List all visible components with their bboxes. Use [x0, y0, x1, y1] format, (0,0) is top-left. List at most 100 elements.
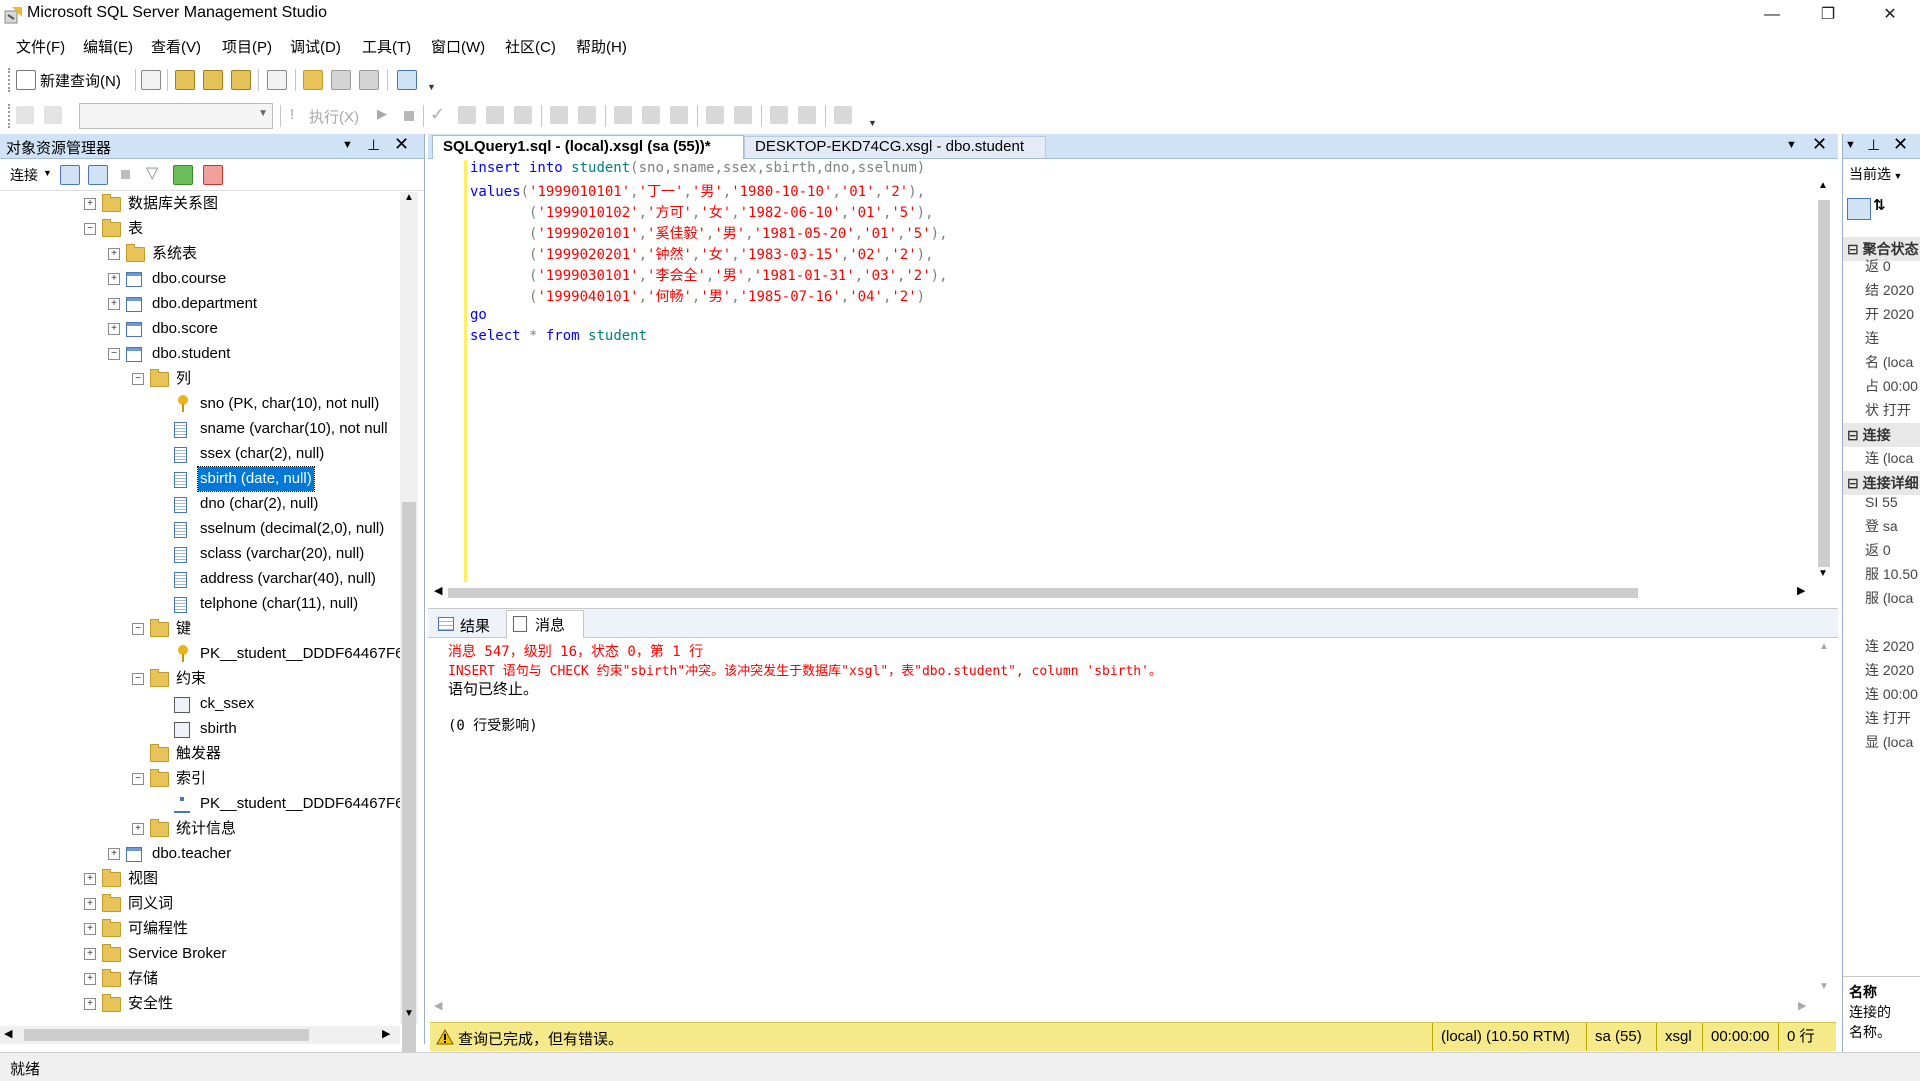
property-row[interactable]: 开 2020 — [1865, 302, 1914, 326]
collapse-icon[interactable]: − — [132, 623, 144, 635]
editor-vertical-scrollbar[interactable]: ▲ ▼ — [1814, 160, 1834, 582]
connect-icon[interactable] — [16, 106, 34, 124]
tree-node[interactable]: + dbo.teacher — [0, 842, 400, 866]
tree-node[interactable]: + 系统表 — [0, 242, 400, 266]
tree-node[interactable]: PK__student__DDDF64467F6 — [0, 792, 400, 816]
property-row[interactable]: 返 0 — [1865, 254, 1891, 278]
stop-icon[interactable] — [121, 170, 130, 179]
tree-node[interactable]: PK__student__DDDF64467F6 — [0, 642, 400, 666]
expand-icon[interactable]: + — [84, 198, 96, 210]
menu-file[interactable]: 文件(F) — [16, 36, 65, 57]
toolbar-grip[interactable] — [8, 68, 13, 92]
execute-button[interactable]: 执行(X) — [309, 106, 359, 127]
tree-node[interactable]: address (varchar(40), null) — [0, 567, 400, 591]
tab-messages[interactable]: 消息 — [506, 610, 584, 638]
tree-node[interactable]: + 可编程性 — [0, 917, 400, 941]
new-file-icon[interactable] — [141, 70, 161, 90]
connect-object-explorer-icon[interactable] — [60, 165, 80, 185]
results-to-text-icon[interactable] — [614, 106, 632, 124]
tree-node[interactable]: + 视图 — [0, 867, 400, 891]
results-to-file-icon[interactable] — [670, 106, 688, 124]
tree-node[interactable]: telphone (char(11), null) — [0, 592, 400, 616]
menu-help[interactable]: 帮助(H) — [576, 36, 627, 57]
tree-node[interactable]: + dbo.course — [0, 267, 400, 291]
collapse-icon[interactable]: − — [108, 348, 120, 360]
expand-icon[interactable]: + — [84, 948, 96, 960]
tree-node[interactable]: + 统计信息 — [0, 817, 400, 841]
actual-plan-icon[interactable] — [550, 106, 568, 124]
expand-icon[interactable]: + — [84, 873, 96, 885]
menu-edit[interactable]: 编辑(E) — [83, 36, 133, 57]
results-to-grid-icon[interactable] — [642, 106, 660, 124]
db-engine-query-icon[interactable] — [175, 70, 195, 90]
results-vertical-scrollbar[interactable]: ▲ ▼ — [1816, 639, 1834, 999]
panel-close-icon[interactable]: ✕ — [394, 134, 409, 155]
tab-dbo-student[interactable]: DESKTOP-EKD74CG.xsgl - dbo.student — [744, 136, 1046, 158]
expand-icon[interactable]: + — [84, 973, 96, 985]
menu-community[interactable]: 社区(C) — [505, 36, 556, 57]
property-row[interactable]: 连 (loca — [1865, 446, 1913, 470]
menu-debug[interactable]: 调试(D) — [290, 36, 341, 57]
tree-node[interactable]: + 同义词 — [0, 892, 400, 916]
tree-node[interactable]: − 约束 — [0, 667, 400, 691]
toolbar-overflow-icon[interactable]: ▼ — [427, 82, 436, 92]
property-row[interactable]: 登 sa — [1865, 514, 1898, 538]
editor-horizontal-scrollbar[interactable]: ◀ ▶ — [430, 582, 1814, 602]
estimated-plan-icon[interactable] — [458, 106, 476, 124]
specify-template-values-icon[interactable] — [834, 106, 852, 124]
expand-icon[interactable]: + — [108, 273, 120, 285]
property-row[interactable]: 结 2020 — [1865, 278, 1914, 302]
tree-horizontal-scrollbar[interactable]: ◀ ▶ — [0, 1026, 400, 1044]
property-row[interactable]: 占 00:00 — [1865, 374, 1918, 398]
refresh-icon[interactable] — [173, 165, 193, 185]
collapse-icon[interactable]: − — [84, 223, 96, 235]
open-file-icon[interactable] — [303, 70, 323, 90]
scroll-up-icon[interactable]: ▲ — [1818, 180, 1828, 191]
collapse-icon[interactable]: ⊟ — [1847, 427, 1863, 443]
menu-window[interactable]: 窗口(W) — [431, 36, 485, 57]
tree-node[interactable]: sno (PK, char(10), not null) — [0, 392, 400, 416]
save-icon[interactable] — [331, 70, 351, 90]
activity-monitor-icon[interactable] — [397, 70, 417, 90]
expand-icon[interactable]: + — [84, 923, 96, 935]
property-row[interactable]: 返 0 — [1865, 538, 1891, 562]
property-row[interactable]: 状 打开 — [1865, 398, 1911, 422]
dmx-query-icon[interactable] — [231, 70, 251, 90]
parse-icon[interactable]: ✓ — [430, 104, 445, 125]
activity-icon[interactable] — [203, 165, 223, 185]
sql-code-editor[interactable]: insert into student(sno,sname,ssex,sbirt… — [470, 160, 1810, 580]
filter-icon[interactable]: ▽ — [146, 163, 158, 183]
toolbar-overflow-icon[interactable]: ▼ — [868, 118, 877, 128]
property-row[interactable]: 显 (loca — [1865, 730, 1913, 754]
scroll-right-icon[interactable]: ▶ — [1797, 584, 1805, 597]
expand-icon[interactable]: + — [108, 298, 120, 310]
property-category[interactable]: ⊟ 连接 — [1843, 423, 1920, 447]
tree-node[interactable]: + 存储 — [0, 967, 400, 991]
debug-icon[interactable]: ▶ — [377, 106, 387, 122]
collapse-icon[interactable]: − — [132, 673, 144, 685]
tree-node[interactable]: − 键 — [0, 617, 400, 641]
scrollbar-thumb[interactable] — [402, 502, 416, 1062]
connect-dropdown[interactable]: 连接 — [10, 165, 38, 185]
tree-node[interactable]: ck_ssex — [0, 692, 400, 716]
tree-node[interactable]: sclass (varchar(20), null) — [0, 542, 400, 566]
scrollbar-thumb[interactable] — [1818, 200, 1830, 567]
expand-icon[interactable]: + — [108, 323, 120, 335]
menu-tools[interactable]: 工具(T) — [362, 36, 411, 57]
tab-list-chevron-icon[interactable]: ▼ — [1786, 139, 1797, 151]
menu-view[interactable]: 查看(V) — [151, 36, 201, 57]
tree-node[interactable]: sbirth (date, null) — [0, 466, 400, 492]
scroll-up-icon[interactable]: ▲ — [404, 192, 414, 203]
menu-project[interactable]: 项目(P) — [222, 36, 272, 57]
expand-icon[interactable]: + — [132, 823, 144, 835]
uncomment-icon[interactable] — [734, 106, 752, 124]
analysis-query-icon[interactable] — [203, 70, 223, 90]
expand-icon[interactable]: + — [84, 998, 96, 1010]
client-statistics-icon[interactable] — [578, 106, 596, 124]
property-row[interactable]: 连 00:00 — [1865, 682, 1918, 706]
scroll-up-icon[interactable]: ▲ — [1819, 641, 1829, 652]
comment-icon[interactable] — [706, 106, 724, 124]
change-connection-icon[interactable] — [44, 106, 62, 124]
tree-node[interactable]: dno (char(2), null) — [0, 492, 400, 516]
collapse-icon[interactable]: − — [132, 373, 144, 385]
